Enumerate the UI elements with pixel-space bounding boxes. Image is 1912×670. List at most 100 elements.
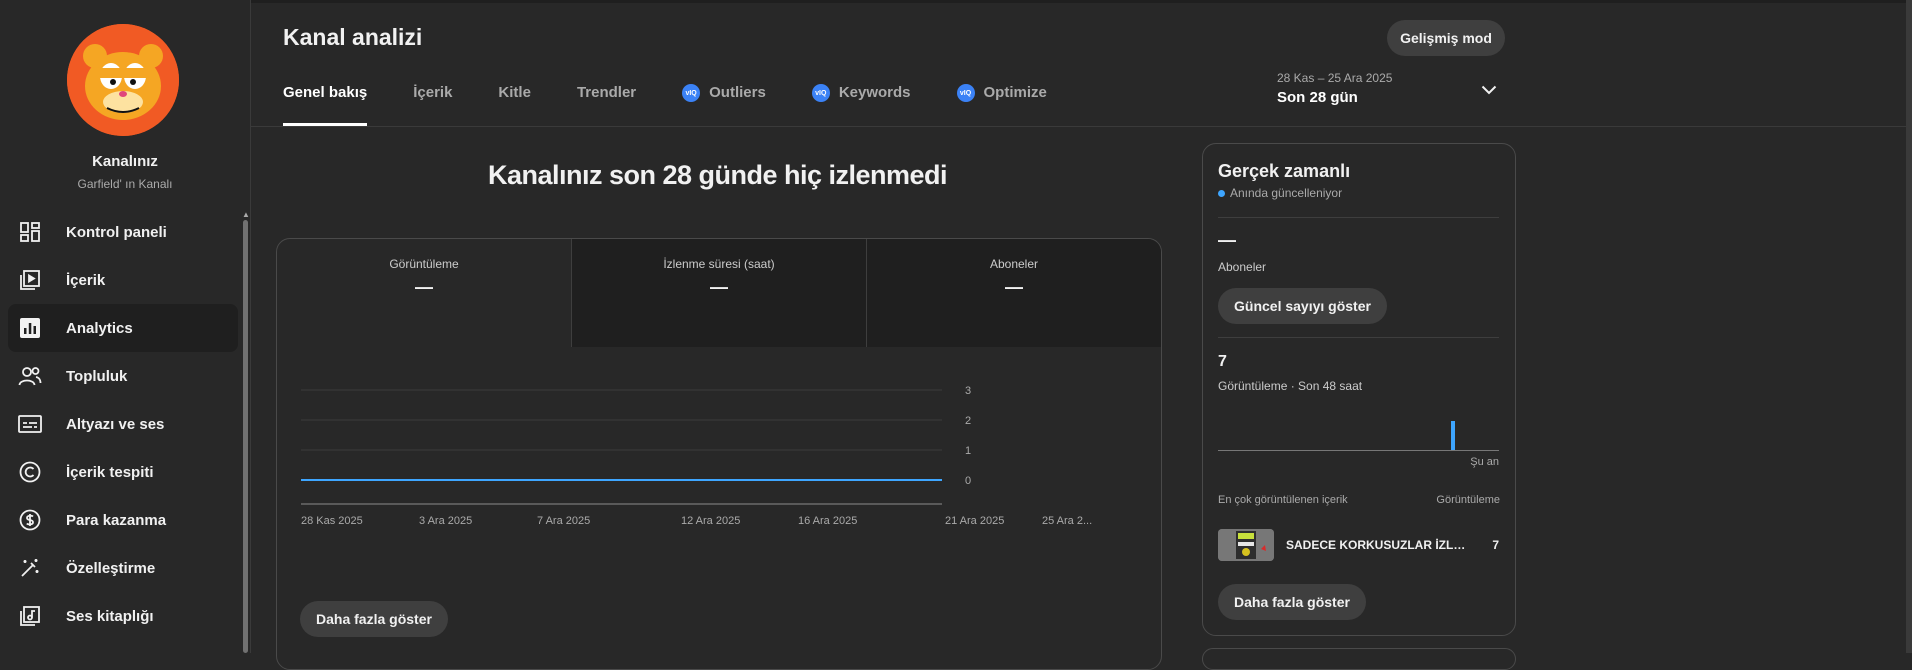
x-tick-label: 3 Ara 2025 [419,515,472,527]
top-video-views: 7 [1492,538,1499,552]
tab-label: İçerik [413,84,453,101]
channel-name: Kanalınız [92,153,158,170]
tab-label: Trendler [576,84,637,101]
metric-value: — [1005,277,1023,297]
tab-content[interactable]: İçerik [413,84,452,126]
realtime-subscribers-value: — [1218,230,1236,250]
sidebar-item-label: Para kazanma [66,511,167,529]
top-video-row[interactable]: SADECE KORKUSUZLAR İZLE... 7 [1218,529,1499,561]
x-tick-label: 28 Kas 2025 [301,515,363,527]
sidebar-item-label: İçerik [66,271,106,289]
advanced-mode-button[interactable]: Gelişmiş mod [1387,20,1505,56]
sidebar-item-label: Kontrol paneli [66,223,167,241]
sidebar-nav: Kontrol paneli İçerik Analytics Topluluk… [8,208,238,640]
realtime-bar-chart [1218,421,1499,451]
sidebar-item-community[interactable]: Topluluk [8,352,238,400]
metric-views[interactable]: Görüntüleme — [277,239,571,347]
sidebar-item-label: Topluluk [66,367,128,385]
metric-subscribers[interactable]: Aboneler — [867,239,1161,347]
views-line-chart: 0 1 2 3 28 Kas 2025 3 Ara 2025 7 Ara 2025 12 Ar… [301,385,1092,527]
tab-label: Keywords [838,84,911,101]
sidebar-item-label: Ses kitaplığı [66,607,154,625]
sidebar-item-dashboard[interactable]: Kontrol paneli [8,208,238,256]
sidebar-item-content[interactable]: İçerik [8,256,238,304]
metric-title: İzlenme süresi (saat) [663,257,775,271]
metric-title: Aboneler [989,257,1039,271]
community-people-icon [18,364,42,388]
sidebar-item-label: Analytics [66,319,133,337]
extension-badge-icon: vIQ [811,84,830,102]
show-more-button[interactable]: Daha fazla göster [300,601,448,637]
y-tick-label: 2 [965,415,971,427]
sidebar-scrollbar[interactable] [243,220,248,653]
extension-badge-icon: vIQ [682,84,701,102]
realtime-card: Gerçek zamanlı Anında güncelleniyor — Ab… [1202,143,1516,636]
header-divider [251,126,1912,127]
live-dot-icon [1218,189,1225,197]
realtime-subscribers-label: Aboneler [1218,260,1267,274]
scroll-up-arrow-icon[interactable]: ▲ [242,210,250,219]
metric-watch-time[interactable]: İzlenme süresi (saat) — [572,239,866,347]
metric-value: — [415,277,433,297]
tab-optimize[interactable]: vIQ Optimize [956,84,1047,126]
date-period-label[interactable]: Son 28 gün [1277,89,1358,106]
sidebar-item-label: İçerik tespiti [66,463,154,481]
content-play-icon [18,268,42,292]
subtitles-icon [18,412,42,436]
now-label: Şu an [1470,456,1499,468]
sidebar-item-label: Altyazı ve ses [66,415,165,433]
metric-title: Görüntüleme [389,257,459,271]
channel-subtitle: Garfield' ın Kanalı [77,177,173,191]
sidebar-item-monetization[interactable]: Para kazanma [8,496,238,544]
sidebar-item-label: Özelleştirme [66,559,156,577]
date-range[interactable]: 28 Kas – 25 Ara 2025 [1277,71,1392,85]
realtime-subtitle: Anında güncelleniyor [1218,186,1342,200]
overview-metrics-card: Görüntüleme — İzlenme süresi (saat) — Ab… [276,238,1162,670]
sidebar-item-audio-library[interactable]: Ses kitaplığı [8,592,238,640]
page-title: Kanal analizi [283,24,423,50]
analytics-tabs: Genel bakış İçerik Kitle Trendler vIQ Out… [283,84,1093,126]
realtime-views-value: 7 [1218,353,1227,370]
sidebar-item-copyright[interactable]: İçerik tespiti [8,448,238,496]
sidebar-item-analytics[interactable]: Analytics [8,304,238,352]
top-video-title[interactable]: SADECE KORKUSUZLAR İZLE... [1286,538,1466,552]
garfield-icon [67,24,179,136]
x-tick-label: 16 Ara 2025 [798,515,857,527]
x-tick-label: 12 Ara 2025 [681,515,740,527]
sidebar-item-customization[interactable]: Özelleştirme [8,544,238,592]
realtime-bar [1451,421,1455,450]
top-content-header: En çok görüntülenen içerik [1218,494,1348,506]
audio-library-icon [18,604,42,628]
tab-overview[interactable]: Genel bakış [283,84,368,126]
tab-label: Outliers [709,84,766,101]
copyright-icon [18,460,42,484]
realtime-show-more-button[interactable]: Daha fazla göster [1218,584,1366,620]
show-current-count-button[interactable]: Güncel sayıyı göster [1218,288,1387,324]
realtime-title: Gerçek zamanlı [1218,161,1351,181]
tab-label: Genel bakış [283,84,368,101]
top-border [0,0,1912,3]
channel-avatar[interactable] [67,24,179,136]
x-tick-label: 21 Ara 2025 [945,515,1004,527]
sidebar-item-subtitles[interactable]: Altyazı ve ses [8,400,238,448]
chevron-down-icon[interactable] [1481,82,1497,100]
tab-outliers[interactable]: vIQ Outliers [682,84,766,126]
y-tick-label: 1 [965,445,971,457]
tab-label: Optimize [983,84,1047,101]
realtime-subtitle-text: Anında güncelleniyor [1230,186,1343,200]
page-scrollbar[interactable] [1906,0,1912,653]
tab-keywords[interactable]: vIQ Keywords [811,84,911,126]
tab-trends[interactable]: Trendler [577,84,636,126]
divider [1218,217,1499,218]
video-thumbnail [1218,529,1274,561]
y-tick-label: 0 [965,475,971,487]
dashboard-icon [18,220,42,244]
sidebar: Kanalınız Garfield' ın Kanalı Kontrol pa… [0,0,251,653]
metric-value: — [710,277,728,297]
divider [1218,337,1499,338]
x-tick-label: 25 Ara 2... [1042,515,1092,527]
extension-badge-icon: vIQ [956,84,975,102]
y-tick-label: 3 [965,385,971,397]
dollar-circle-icon [18,508,42,532]
tab-audience[interactable]: Kitle [498,84,531,126]
